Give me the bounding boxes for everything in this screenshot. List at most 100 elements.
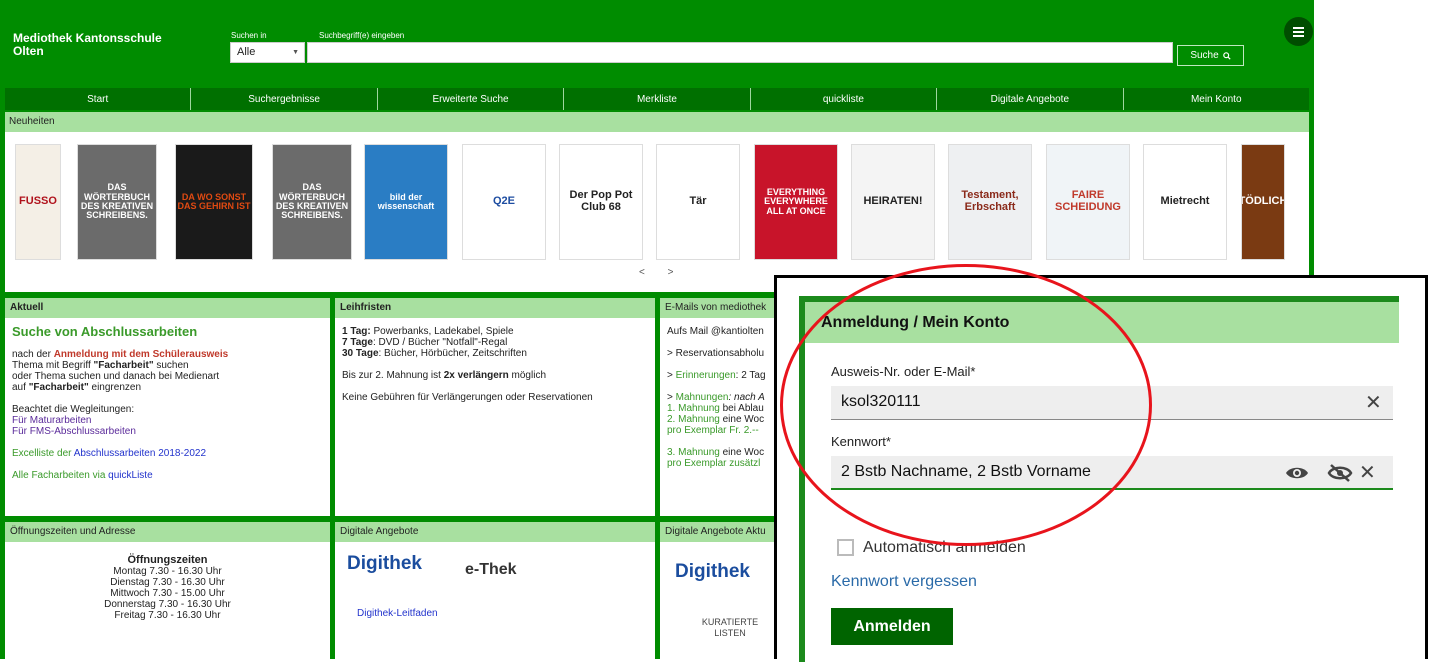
email-text: > [667, 392, 676, 403]
book-cover[interactable]: FUSSO [15, 144, 61, 260]
main-nav: Start Suchergebnisse Erweiterte Suche Me… [5, 88, 1309, 110]
book-cover[interactable]: Tär [656, 144, 740, 260]
neuheiten-carousel: FUSSO DAS WÖRTERBUCH DES KREATIVEN SCHREI… [5, 132, 1309, 292]
nav-start[interactable]: Start [5, 88, 192, 110]
mahnung-3-link[interactable]: 3. Mahnung [667, 447, 720, 458]
leih-text: Bis zur 2. Mahnung ist [342, 370, 444, 381]
book-cover[interactable]: EVERYTHING EVERYWHERE ALL AT ONCE [754, 144, 838, 260]
erinnerungen-link[interactable]: Erinnerungen [676, 370, 736, 381]
digithek-leitfaden-link[interactable]: Digithek-Leitfaden [357, 608, 438, 619]
highlight-circle [780, 264, 1152, 546]
panel-aktuell-title: Aktuell [5, 298, 330, 318]
nav-erweiterte-suche[interactable]: Erweiterte Suche [378, 88, 565, 110]
leih-bold: 7 Tage [342, 337, 373, 348]
leih-text: möglich [508, 370, 547, 381]
nav-merkliste[interactable]: Merkliste [564, 88, 751, 110]
aktuell-text: Thema mit Begriff [12, 360, 94, 371]
panel-leihfristen-title: Leihfristen [335, 298, 655, 318]
ethek-logo[interactable]: e-Thek [465, 562, 517, 578]
forgot-password-link[interactable]: Kennwort vergessen [831, 573, 977, 591]
hamburger-menu-button[interactable] [1284, 17, 1313, 46]
panel-leihfristen: Leihfristen 1 Tag: Powerbanks, Ladekabel… [335, 298, 655, 516]
book-cover[interactable]: DA WO SONST DAS GEHIRN IST [175, 144, 253, 260]
aktuell-text: Excelliste der [12, 448, 74, 459]
book-cover[interactable]: Der Pop Pot Club 68 [559, 144, 643, 260]
digithek-logo[interactable]: Digithek [347, 554, 422, 573]
mahnung-2-link[interactable]: 2. Mahnung [667, 414, 720, 425]
auto-login-checkbox[interactable] [837, 539, 854, 556]
book-cover[interactable]: FAIRE SCHEIDUNG [1046, 144, 1130, 260]
leih-bold: 1 Tag: [342, 326, 371, 337]
clear-password-icon[interactable]: ✕ [1359, 460, 1376, 485]
leih-text: Keine Gebühren für Verlängerungen oder R… [342, 392, 593, 403]
panel-aktuell: Aktuell Suche von Abschlussarbeiten nach… [5, 298, 330, 516]
search-input[interactable] [307, 42, 1173, 63]
aktuell-text: eingrenzen [88, 382, 142, 393]
kuratierte-listen-logo[interactable]: KURATIERTE LISTEN [700, 617, 760, 639]
fms-link[interactable]: Für FMS-Abschlussarbeiten [12, 426, 323, 437]
library-title: Mediothek Kantonsschule Olten [13, 31, 162, 58]
email-text: eine Woc [719, 447, 765, 458]
email-text: : 2 Tag [735, 370, 766, 381]
digithek-logo[interactable]: Digithek [675, 562, 750, 581]
header: Mediothek Kantonsschule Olten Suchen in … [5, 5, 1313, 88]
panel-digitale-angebote: Digitale Angebote Digithek e-Thek Digith… [335, 522, 655, 659]
book-cover[interactable]: bild der wissenschaft [364, 144, 448, 260]
nav-mein-konto[interactable]: Mein Konto [1124, 88, 1309, 110]
leih-text: Powerbanks, Ladekabel, Spiele [370, 326, 514, 337]
nav-suchergebnisse[interactable]: Suchergebnisse [191, 88, 378, 110]
neuheiten-header: Neuheiten [5, 112, 1309, 132]
email-text: > [667, 370, 676, 381]
aktuell-bold: "Facharbeit" [28, 382, 89, 393]
panel-oeffnungszeiten: Öffnungszeiten und Adresse Öffnungszeite… [5, 522, 330, 659]
aktuell-text: suchen [153, 360, 189, 371]
aktuell-heading: Suche von Abschlussarbeiten [12, 324, 198, 339]
email-text: bei Ablau [719, 403, 764, 414]
search-button[interactable]: Suche [1177, 45, 1244, 66]
maturarbeiten-link[interactable]: Für Maturarbeiten [12, 415, 323, 426]
chevron-down-icon: ▼ [292, 49, 299, 56]
aktuell-text: oder Thema suchen und danach bei Mediena… [12, 371, 220, 382]
search-scope-select[interactable]: Alle ▼ [230, 42, 305, 63]
book-cover[interactable]: Mietrecht [1143, 144, 1227, 260]
search-button-label: Suche [1190, 50, 1219, 61]
show-password-icon[interactable] [1285, 465, 1309, 481]
email-text: : nach A [728, 392, 765, 403]
leih-bold: 30 Tage [342, 348, 379, 359]
book-cover[interactable]: HEIRATEN! [851, 144, 935, 260]
nav-quickliste[interactable]: quickliste [751, 88, 938, 110]
book-cover[interactable]: Q2E [462, 144, 546, 260]
mahnung-1-link[interactable]: 1. Mahnung [667, 403, 720, 414]
hide-password-icon[interactable] [1327, 463, 1353, 483]
email-text: eine Woc [719, 414, 765, 425]
book-cover[interactable]: DAS WÖRTERBUCH DES KREATIVEN SCHREIBENS. [77, 144, 157, 260]
aktuell-text: auf [12, 382, 29, 393]
login-button[interactable]: Anmelden [831, 608, 953, 645]
clear-id-icon[interactable]: ✕ [1365, 390, 1382, 415]
panel-oeffnung-title: Öffnungszeiten und Adresse [5, 522, 330, 542]
schuelerausweis-link[interactable]: Anmeldung mit dem Schülerausweis [54, 349, 228, 360]
book-cover[interactable]: Testament, Erbschaft [948, 144, 1032, 260]
book-cover[interactable]: TÖDLICH [1241, 144, 1285, 260]
panel-digital-title: Digitale Angebote [335, 522, 655, 542]
oeffnung-heading: Öffnungszeiten [127, 554, 208, 566]
leih-text: : Bücher, Hörbücher, Zeitschriften [378, 348, 527, 359]
excelliste-link[interactable]: Abschlussarbeiten 2018-2022 [74, 448, 206, 459]
mahnungen-link[interactable]: Mahnungen [676, 392, 729, 403]
leih-bold: 2x verlängern [443, 370, 509, 381]
oeffnung-day: Montag 7.30 - 16.30 Uhr [113, 566, 222, 577]
search-icon [1222, 51, 1231, 60]
menu-icon [1293, 26, 1304, 37]
search-term-label: Suchbegriff(e) eingeben [319, 31, 405, 40]
leih-text: : DVD / Bücher "Notfall"-Regal [372, 337, 508, 348]
oeffnung-day: Dienstag 7.30 - 16.30 Uhr [110, 577, 225, 588]
aktuell-text: Alle Facharbeiten via [12, 470, 109, 481]
oeffnung-day: Donnerstag 7.30 - 16.30 Uhr [104, 599, 231, 610]
book-cover[interactable]: DAS WÖRTERBUCH DES KREATIVEN SCHREIBENS. [272, 144, 352, 260]
quickliste-link[interactable]: quickListe [108, 470, 152, 481]
aktuell-text: nach der [12, 349, 54, 360]
aktuell-text: Beachtet die Wegleitungen: [12, 404, 135, 415]
carousel-pager[interactable]: < > [639, 267, 683, 278]
oeffnung-day: Freitag 7.30 - 16.30 Uhr [114, 610, 221, 621]
nav-digitale-angebote[interactable]: Digitale Angebote [937, 88, 1124, 110]
